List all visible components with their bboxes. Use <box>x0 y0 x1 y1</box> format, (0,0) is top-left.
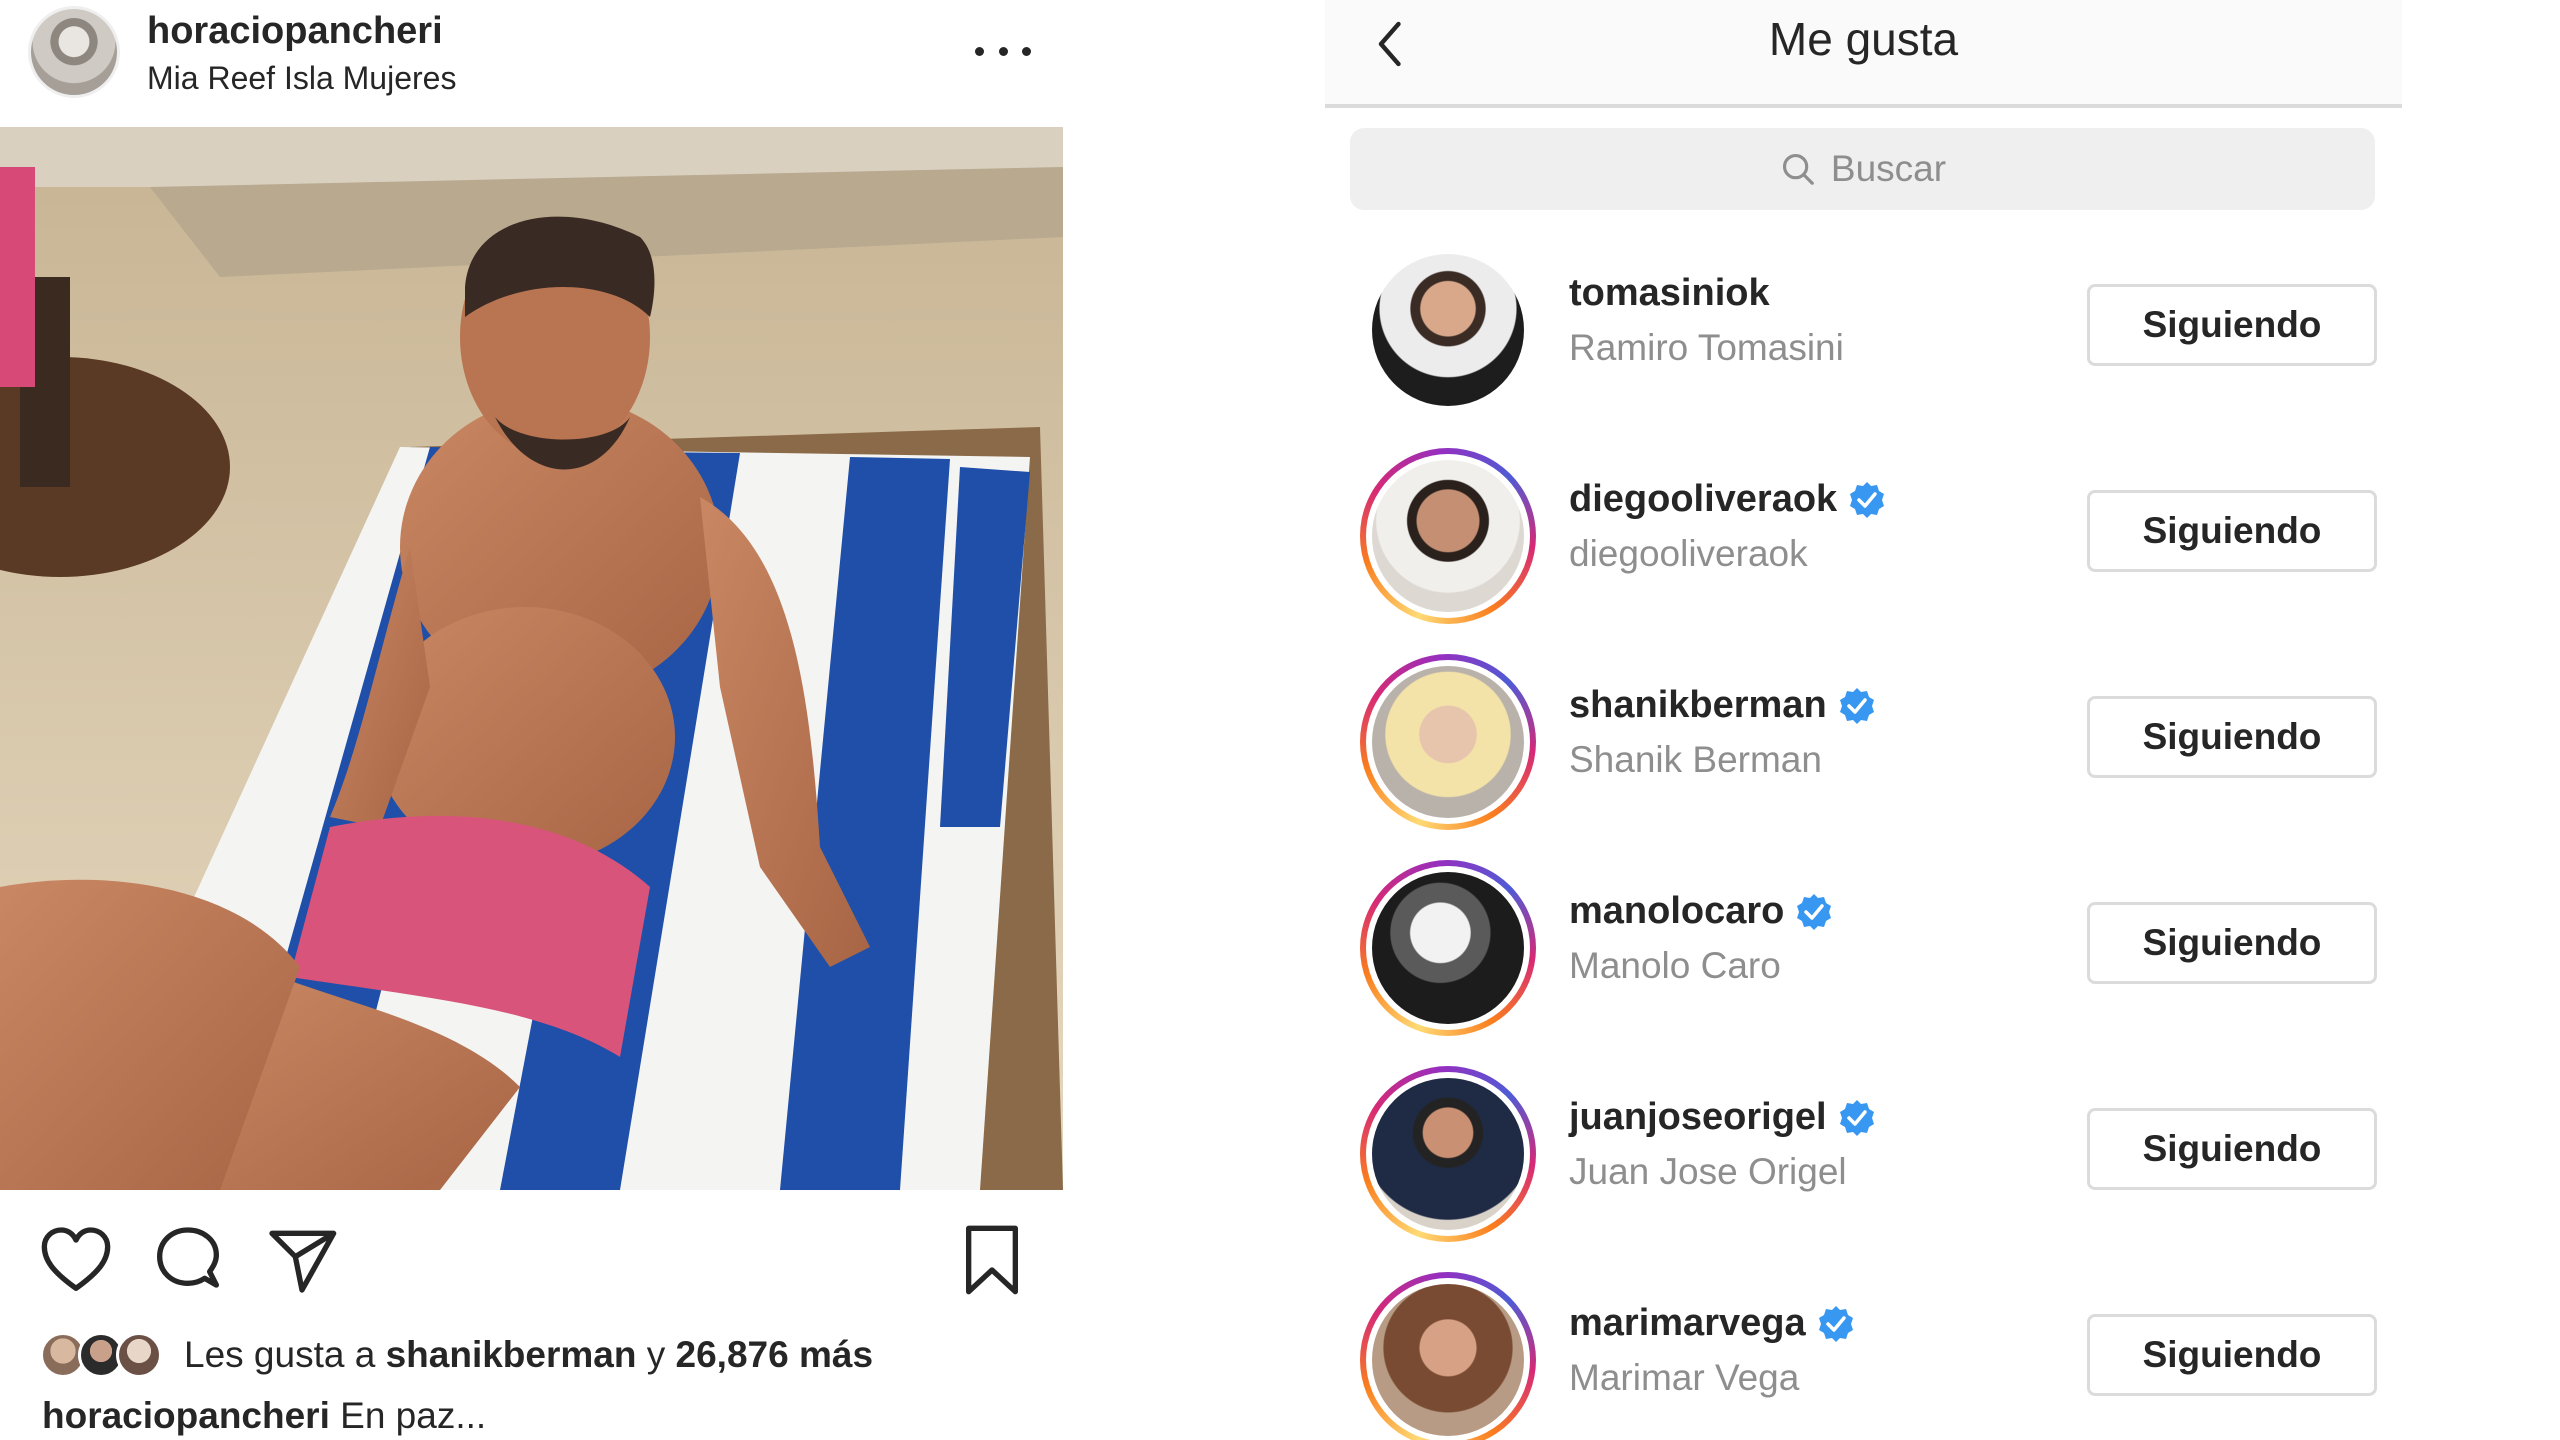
more-dot <box>1022 46 1031 56</box>
list-item[interactable]: tomasiniok Ramiro Tomasini Siguiendo <box>1325 230 2402 420</box>
user-full-name: diegooliveraok <box>1569 533 1808 574</box>
verified-badge-icon <box>1794 892 1834 932</box>
avatar-ring <box>1360 654 1536 830</box>
verified-badge-icon <box>1847 480 1887 520</box>
user-handle-wrap: tomasiniok <box>1569 272 1770 315</box>
list-item[interactable]: marimarvega Marimar Vega Siguiendo <box>1325 1260 2402 1440</box>
likes-summary[interactable]: Les gusta a shanikberman y 26,876 más <box>40 1325 1050 1385</box>
more-dot <box>998 46 1008 56</box>
likes-panel: Me gusta Buscar tomasiniok Ramiro Tomasi… <box>1325 0 2402 1440</box>
following-button[interactable]: Siguiendo <box>2087 284 2377 366</box>
post-actions-bar <box>0 1190 1063 1320</box>
liker-avatars <box>40 1329 168 1381</box>
list-item[interactable]: shanikberman Shanik Berman Siguiendo <box>1325 642 2402 832</box>
following-button[interactable]: Siguiendo <box>2087 490 2377 572</box>
likes-connector: y <box>636 1334 676 1375</box>
user-full-name: Marimar Vega <box>1569 1357 1800 1398</box>
list-item[interactable]: manolocaro Manolo Caro Siguiendo <box>1325 848 2402 1038</box>
avatar-ring <box>1360 242 1536 418</box>
caption-text: En paz... <box>329 1395 487 1436</box>
user-handle[interactable]: shanikberman <box>1569 684 1827 727</box>
caption-username[interactable]: horaciopancheri <box>42 1395 330 1436</box>
avatar[interactable] <box>1372 872 1524 1024</box>
instagram-post: horaciopancheri Mia Reef Isla Mujeres Le… <box>0 0 1063 1440</box>
likes-user-link[interactable]: shanikberman <box>386 1334 637 1375</box>
list-item[interactable]: juanjoseorigel Juan Jose Origel Siguiend… <box>1325 1054 2402 1244</box>
verified-badge-icon <box>1837 686 1877 726</box>
avatar-frame <box>1366 248 1530 412</box>
avatar-ring <box>1360 1066 1536 1242</box>
user-handle[interactable]: manolocaro <box>1569 890 1784 933</box>
following-button[interactable]: Siguiendo <box>2087 902 2377 984</box>
likes-count-link[interactable]: 26,876 más <box>676 1334 874 1375</box>
post-caption: horaciopancheri En paz... <box>42 1395 486 1437</box>
user-handle[interactable]: diegooliveraok <box>1569 478 1837 521</box>
avatar-ring <box>1360 1272 1536 1440</box>
user-handle-wrap: diegooliveraok <box>1569 478 1887 521</box>
avatar-ring <box>1360 448 1536 624</box>
likes-header: Me gusta <box>1325 0 2402 108</box>
send-icon[interactable] <box>262 1220 342 1300</box>
user-full-name: Ramiro Tomasini <box>1569 327 1844 368</box>
avatar-frame <box>1366 660 1530 824</box>
user-handle[interactable]: marimarvega <box>1569 1302 1806 1345</box>
avatar <box>116 1332 162 1378</box>
user-handle[interactable]: tomasiniok <box>1569 272 1770 315</box>
search-icon <box>1779 150 1817 188</box>
avatar-frame <box>1366 866 1530 1030</box>
avatar[interactable] <box>1372 460 1524 612</box>
avatar[interactable] <box>1372 1078 1524 1230</box>
post-author-username[interactable]: horaciopancheri <box>147 10 443 53</box>
comment-icon[interactable] <box>148 1220 228 1300</box>
post-photo[interactable] <box>0 127 1063 1190</box>
more-horizontal-icon[interactable] <box>975 36 1031 66</box>
verified-badge-icon <box>1816 1304 1856 1344</box>
user-handle-wrap: shanikberman <box>1569 684 1877 727</box>
avatar-frame <box>1366 1072 1530 1236</box>
following-button[interactable]: Siguiendo <box>2087 696 2377 778</box>
user-full-name: Juan Jose Origel <box>1569 1151 1847 1192</box>
user-handle-wrap: marimarvega <box>1569 1302 1856 1345</box>
avatar[interactable] <box>1372 666 1524 818</box>
post-author-avatar[interactable] <box>28 6 120 98</box>
verified-badge-icon <box>1837 1098 1877 1138</box>
avatar-frame <box>1366 1278 1530 1440</box>
page-title: Me gusta <box>1768 13 1959 65</box>
list-item[interactable]: diegooliveraok diegooliveraok Siguiendo <box>1325 436 2402 626</box>
user-handle-wrap: juanjoseorigel <box>1569 1096 1877 1139</box>
user-full-name: Shanik Berman <box>1569 739 1822 780</box>
following-button[interactable]: Siguiendo <box>2087 1314 2377 1396</box>
avatar-frame <box>1366 454 1530 618</box>
avatar[interactable] <box>1372 1284 1524 1436</box>
user-full-name: Manolo Caro <box>1569 945 1781 986</box>
post-header: horaciopancheri Mia Reef Isla Mujeres <box>0 0 1063 125</box>
heart-icon[interactable] <box>36 1220 116 1300</box>
avatar-ring <box>1360 860 1536 1036</box>
search-input[interactable]: Buscar <box>1350 128 2375 210</box>
following-button[interactable]: Siguiendo <box>2087 1108 2377 1190</box>
likes-text: Les gusta a shanikberman y 26,876 más <box>184 1334 873 1376</box>
beach-photo <box>0 127 1063 1190</box>
more-dot <box>975 46 984 56</box>
user-handle-wrap: manolocaro <box>1569 890 1834 933</box>
search-placeholder: Buscar <box>1830 148 1947 189</box>
post-location[interactable]: Mia Reef Isla Mujeres <box>147 60 456 97</box>
avatar[interactable] <box>1372 254 1524 406</box>
user-handle[interactable]: juanjoseorigel <box>1569 1096 1827 1139</box>
bookmark-icon[interactable] <box>952 1220 1032 1300</box>
likes-prefix: Les gusta a <box>184 1334 386 1375</box>
